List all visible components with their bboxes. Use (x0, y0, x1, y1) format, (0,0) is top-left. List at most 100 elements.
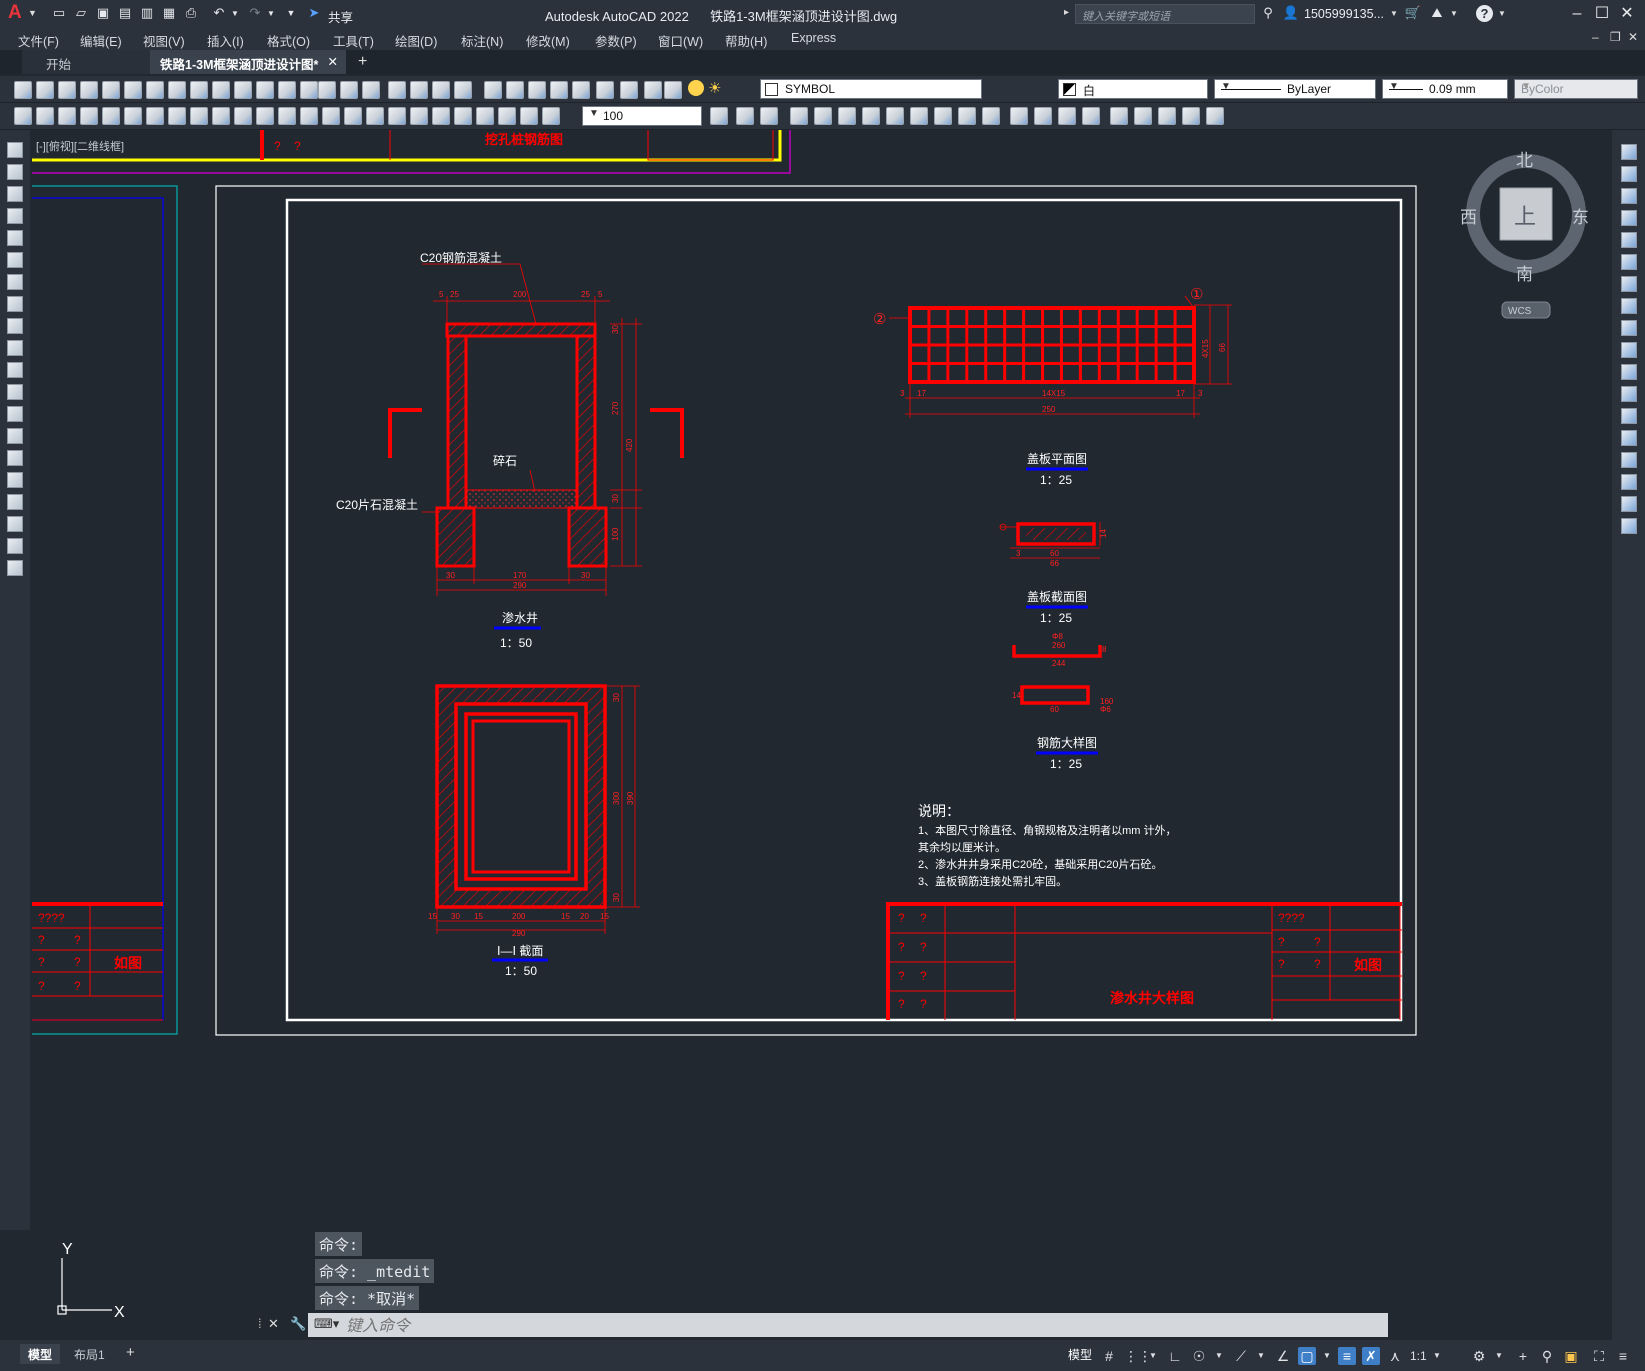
hardware-acceleration-icon[interactable]: ▣ (1562, 1347, 1580, 1365)
dimscale-dropdown[interactable]: 100 ▼ (582, 106, 702, 126)
polygon-icon[interactable] (7, 208, 23, 224)
tool-icon[interactable] (710, 107, 728, 125)
command-customize-icon[interactable]: 🔧 (290, 1316, 306, 1332)
refedit-icon[interactable] (14, 107, 32, 125)
dim-style-icon[interactable] (520, 107, 538, 125)
tool-icon[interactable] (838, 107, 856, 125)
layer-dropdown[interactable]: SYMBOL▼ (760, 79, 982, 99)
scale-icon[interactable] (1621, 298, 1637, 314)
ellipse-arc-icon[interactable] (7, 362, 23, 378)
block-icon[interactable] (256, 81, 274, 99)
continue-icon[interactable] (300, 107, 318, 125)
revcloud-icon[interactable] (7, 296, 23, 312)
region-icon[interactable] (7, 494, 23, 510)
chamfer-icon[interactable] (1621, 452, 1637, 468)
menu-format[interactable]: 格式(O) (267, 31, 310, 50)
user-name[interactable]: 1505999135... (1304, 7, 1384, 21)
maximize-button[interactable]: ☐ (1590, 3, 1614, 25)
space-icon[interactable] (322, 107, 340, 125)
annotation-scale[interactable]: 1:1 (1410, 1349, 1427, 1363)
drawing-svg[interactable]: 挖孔桩钢筋图 ? ? ???? ? ? 如图 ? ? ? ? C20钢筋混凝土 … (32, 130, 1610, 1338)
ellipse-icon[interactable] (7, 340, 23, 356)
compass-south[interactable]: 南 (1516, 265, 1533, 284)
redo-icon[interactable] (300, 81, 318, 99)
menu-window[interactable]: 窗口(W) (658, 31, 703, 50)
zoom-window-icon[interactable] (362, 81, 380, 99)
search-expand-icon[interactable]: ▸ (1064, 7, 1069, 18)
doc-minimize-icon[interactable]: – (1592, 30, 1599, 44)
copy-icon[interactable] (190, 81, 208, 99)
linear-dim-icon[interactable] (80, 107, 98, 125)
user-dropdown-icon[interactable]: ▼ (1390, 9, 1398, 18)
app-logo[interactable]: A (8, 2, 22, 24)
move-icon[interactable] (1621, 254, 1637, 270)
pan-icon[interactable] (318, 81, 336, 99)
app-menu-arrow-icon[interactable]: ▼ (28, 8, 37, 18)
lineweight-icon[interactable]: ≡ (1338, 1347, 1356, 1365)
cart-icon[interactable]: 🛒 (1404, 4, 1422, 22)
line-icon[interactable] (7, 142, 23, 158)
layer-color-icon[interactable] (664, 81, 682, 99)
lineweight-dropdown[interactable]: 0.09 mm ▼ (1382, 79, 1508, 99)
viewport-controls-label[interactable]: [-][俯视][二维线框] (36, 138, 124, 154)
object-snap-tracking-icon[interactable]: ∠ (1274, 1347, 1292, 1365)
arc-length-icon[interactable] (124, 107, 142, 125)
layer-state-icon[interactable] (620, 81, 638, 99)
tolerance-icon[interactable] (366, 107, 384, 125)
array-icon[interactable] (1621, 232, 1637, 248)
menu-insert[interactable]: 插入(I) (207, 31, 244, 50)
3d-print-icon[interactable] (146, 81, 164, 99)
xclip-icon[interactable] (58, 107, 76, 125)
customization-icon[interactable]: ≡ (1614, 1347, 1632, 1365)
open-file-icon[interactable]: ▱ (72, 4, 90, 22)
diameter-icon[interactable] (212, 107, 230, 125)
help-icon[interactable]: ? (1476, 5, 1493, 22)
mtext-icon[interactable] (7, 538, 23, 554)
tool-palettes-icon[interactable] (454, 81, 472, 99)
minimize-button[interactable]: – (1565, 3, 1589, 25)
polar-icon[interactable]: ☉ (1190, 1347, 1208, 1365)
hatch-icon[interactable] (7, 450, 23, 466)
tool-icon[interactable] (862, 107, 880, 125)
menu-help[interactable]: 帮助(H) (725, 31, 767, 50)
compass-west[interactable]: 西 (1460, 208, 1477, 227)
close-button[interactable]: ✕ (1615, 3, 1639, 25)
design-center-icon[interactable] (432, 81, 450, 99)
share-icon[interactable]: ➤ (305, 4, 323, 22)
save-web-icon[interactable]: ▦ (160, 4, 178, 22)
menu-dimension[interactable]: 标注(N) (461, 31, 503, 50)
tool-icon[interactable] (814, 107, 832, 125)
tool-icon[interactable] (934, 107, 952, 125)
tab-start[interactable]: 开始 (22, 50, 152, 74)
menu-parametric[interactable]: 参数(P) (595, 31, 637, 50)
gradient-icon[interactable] (7, 472, 23, 488)
annotation-visibility-icon[interactable]: ✗ (1362, 1347, 1380, 1365)
tool-icon[interactable] (1010, 107, 1028, 125)
command-close-icon[interactable]: ✕ (268, 1316, 279, 1332)
paste-icon[interactable] (212, 81, 230, 99)
new-file-icon[interactable]: ▭ (50, 4, 68, 22)
match-icon[interactable] (234, 81, 252, 99)
tool-icon[interactable] (1134, 107, 1152, 125)
table-icon[interactable] (7, 516, 23, 532)
snap-dropdown-icon[interactable]: ▼ (1144, 1347, 1162, 1365)
rectangle-icon[interactable] (7, 230, 23, 246)
menu-file[interactable]: 文件(F) (18, 31, 59, 50)
center-mark-icon[interactable] (388, 107, 406, 125)
help-dropdown-icon[interactable]: ▼ (1498, 9, 1506, 18)
workspace-gear-icon[interactable]: ⚙ (1470, 1347, 1488, 1365)
viewcube[interactable]: 上 北 南 东 西 WCS (1460, 151, 1589, 319)
autodesk-a360-icon[interactable]: ⛰ (1428, 4, 1446, 22)
explode-icon[interactable] (1621, 518, 1637, 534)
command-line[interactable]: ⌨▾ (308, 1313, 1388, 1337)
dim-edit-icon[interactable] (454, 107, 472, 125)
layer-prev-icon[interactable] (596, 81, 614, 99)
join-icon[interactable] (1621, 430, 1637, 446)
polyline-icon[interactable] (7, 186, 23, 202)
fillet-icon[interactable] (1621, 474, 1637, 490)
object-snap-dropdown-icon[interactable]: ▼ (1318, 1347, 1336, 1365)
dim-update-icon[interactable] (498, 107, 516, 125)
menu-tools[interactable]: 工具(T) (333, 31, 374, 50)
help-icon[interactable] (550, 81, 568, 99)
layer-properties-icon[interactable] (572, 81, 590, 99)
